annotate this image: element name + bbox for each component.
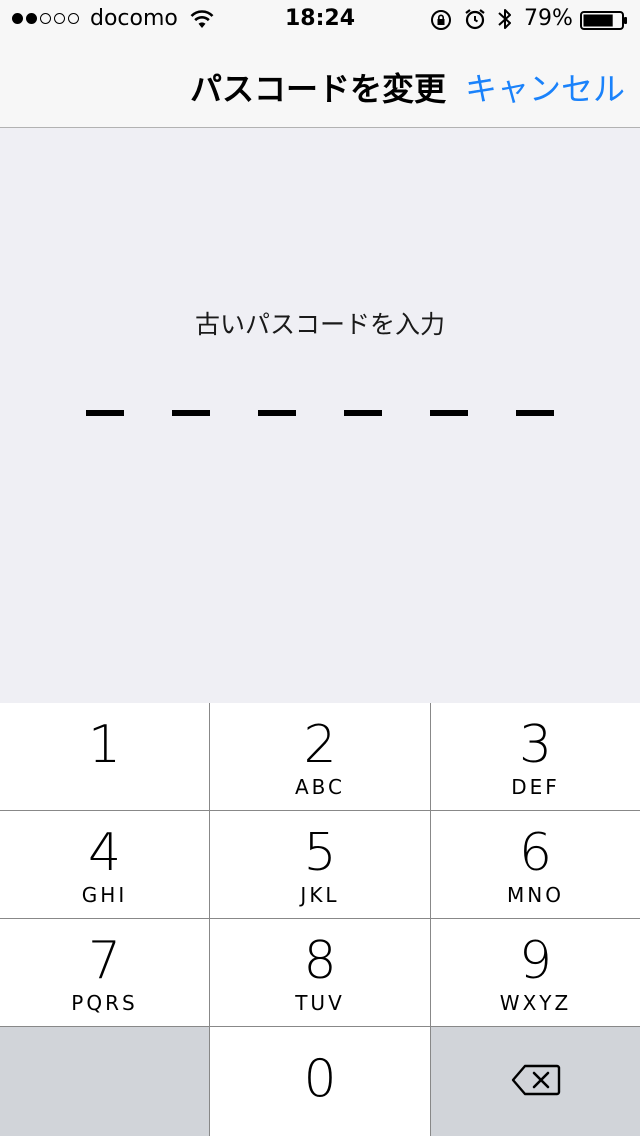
key-digit: 4 [87, 823, 122, 883]
key-1[interactable]: 1 [0, 703, 209, 810]
passcode-slot [258, 410, 296, 416]
passcode-slot [516, 410, 554, 416]
navigation-bar: パスコードを変更 キャンセル [0, 40, 640, 128]
passcode-slot [86, 410, 124, 416]
rotation-lock-icon [431, 10, 451, 30]
delete-button[interactable] [431, 1027, 640, 1136]
key-letters: GHI [81, 883, 128, 907]
battery-percentage: 79% [524, 6, 573, 31]
passcode-slot [430, 410, 468, 416]
passcode-entry-field[interactable] [86, 410, 554, 418]
key-4[interactable]: 4 GHI [0, 811, 209, 918]
key-0[interactable]: 0 [210, 1027, 430, 1136]
key-5[interactable]: 5 JKL [210, 811, 430, 918]
passcode-prompt: 古いパスコードを入力 [194, 310, 445, 339]
key-9[interactable]: 9 WXYZ [431, 919, 640, 1026]
key-letters: PQRS [71, 991, 138, 1015]
key-digit: 8 [303, 931, 337, 991]
key-digit: 5 [303, 823, 337, 883]
key-letters: ABC [294, 775, 345, 799]
key-digit: 9 [518, 931, 553, 991]
page-title: パスコードを変更 [190, 70, 447, 108]
key-digit: 1 [87, 715, 122, 775]
key-2[interactable]: 2 ABC [210, 703, 430, 810]
key-6[interactable]: 6 MNO [431, 811, 640, 918]
key-letters: MNO [507, 883, 564, 907]
passcode-slot [344, 410, 382, 416]
delete-backspace-icon [511, 1064, 561, 1096]
key-digit: 7 [87, 931, 122, 991]
key-7[interactable]: 7 PQRS [0, 919, 209, 1026]
passcode-slot [172, 410, 210, 416]
empty-key [0, 1027, 209, 1136]
cancel-button[interactable]: キャンセル [465, 64, 625, 110]
key-digit: 0 [303, 1049, 337, 1109]
key-digit: 6 [518, 823, 553, 883]
key-3[interactable]: 3 DEF [431, 703, 640, 810]
key-letters: DEF [511, 775, 560, 799]
key-letters: WXYZ [499, 991, 572, 1015]
key-letters: TUV [295, 991, 345, 1015]
alarm-icon [465, 9, 485, 30]
status-bar: docomo 18:24 79% [0, 0, 640, 40]
numeric-keypad: 1 2 ABC 3 DEF 4 GHI 5 JKL 6 MNO 7 PQRS 8… [0, 703, 640, 1136]
key-digit: 3 [518, 715, 553, 775]
key-letters: JKL [300, 883, 340, 907]
key-digit: 2 [303, 715, 337, 775]
battery-icon [580, 11, 627, 30]
key-8[interactable]: 8 TUV [210, 919, 430, 1026]
bluetooth-icon [498, 9, 511, 29]
